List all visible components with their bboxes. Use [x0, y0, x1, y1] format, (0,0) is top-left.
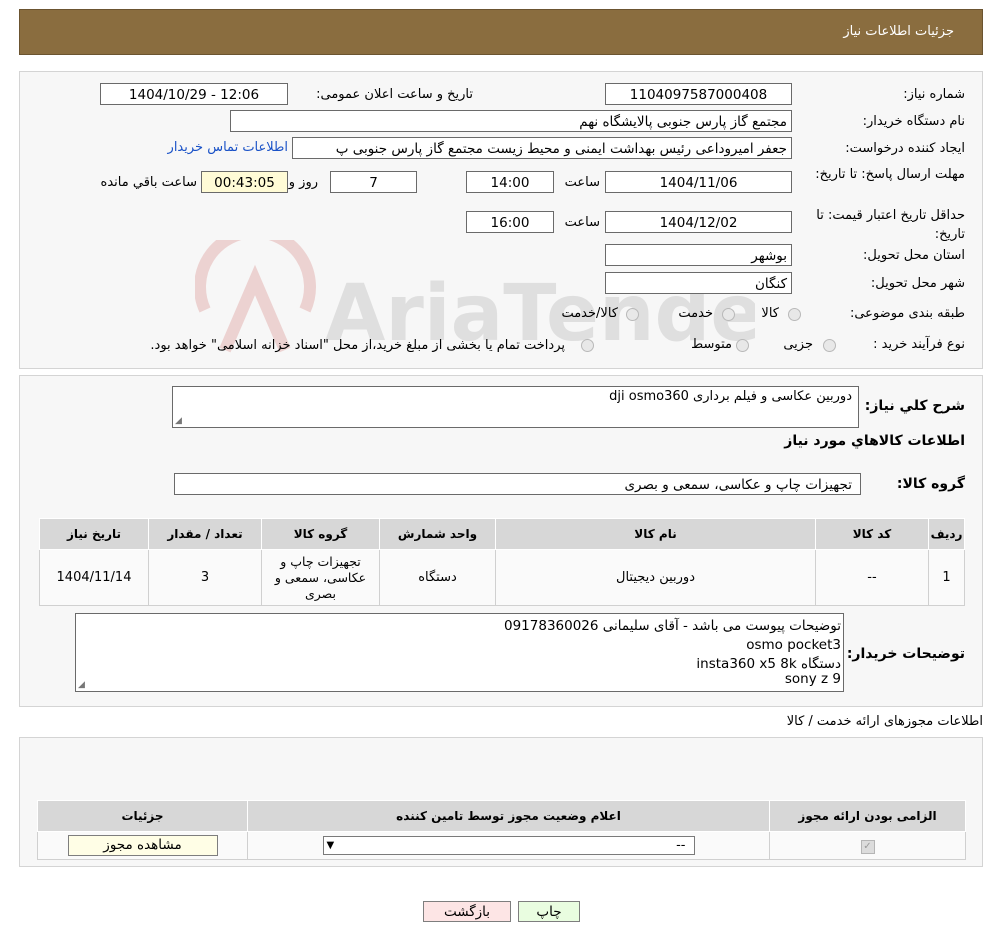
print-button[interactable]: چاپ — [518, 901, 580, 922]
col-permit-required: الزامی بودن ارائه مجوز — [769, 800, 966, 832]
page-title: جزئیات اطلاعات نیاز — [843, 24, 954, 39]
view-permit-button[interactable]: مشاهده مجوز — [67, 835, 218, 856]
buyer-org-field: مجتمع گاز پارس جنوبی پالایشگاه نهم — [230, 110, 792, 132]
announce-label: تاریخ و ساعت اعلان عمومی: — [316, 87, 473, 102]
category-option-service: خدمت — [678, 306, 713, 321]
table-row: ✓ -- ▼ مشاهده مجوز — [37, 831, 966, 860]
buyer-notes-line: osmo pocket3 — [746, 637, 841, 653]
validity-label: حداقل تاریخ اعتبار قیمت: تا تاریخ: — [816, 208, 965, 242]
process-radio-medium[interactable] — [736, 339, 749, 352]
process-option-medium: متوسط — [691, 337, 732, 352]
announce-field: 1404/10/29 - 12:06 — [100, 83, 288, 105]
permit-required-checkbox[interactable]: ✓ — [860, 839, 875, 854]
back-button[interactable]: بازگشت — [423, 901, 511, 922]
permits-table: الزامی بودن ارائه مجوز اعلام وضعیت مجوز … — [37, 800, 966, 860]
col-row: ردیف — [928, 518, 965, 550]
need-number-field: 1104097587000408 — [605, 83, 792, 105]
table-row: 1 -- دوربین دیجیتال دستگاه تجهیزات چاپ و… — [39, 549, 965, 606]
description-label: شرح کلي نياز: — [864, 398, 965, 414]
permit-details-cell: مشاهده مجوز — [37, 831, 248, 860]
category-radio-service[interactable] — [722, 308, 735, 321]
description-text: دوربین عکاسی و فیلم برداری dji osmo360 — [609, 389, 852, 404]
process-checkbox-treasury[interactable] — [581, 339, 594, 352]
validity-date-field: 1404/12/02 — [605, 211, 792, 233]
city-field: کنگان — [605, 272, 792, 294]
chevron-down-icon: ▼ — [326, 840, 335, 851]
cell-need-date: 1404/11/14 — [39, 549, 149, 606]
need-number-label: شماره نیاز: — [903, 87, 965, 102]
buyer-notes-label: توضیحات خریدار: — [846, 646, 965, 662]
cell-name: دوربین دیجیتال — [495, 549, 816, 606]
permit-status-select[interactable]: -- ▼ — [322, 836, 695, 855]
permits-table-header: الزامی بودن ارائه مجوز اعلام وضعیت مجوز … — [37, 800, 966, 832]
process-option-minor: جزیی — [783, 337, 813, 352]
reply-time-label: ساعت — [564, 175, 600, 190]
province-label: استان محل تحویل: — [863, 248, 965, 263]
reply-time-field: 14:00 — [466, 171, 554, 193]
resize-grip-icon[interactable]: ◢ — [78, 681, 85, 690]
goods-group-label: گروه کالا: — [896, 476, 965, 492]
contact-info-link[interactable]: اطلاعات تماس خریدار — [168, 140, 288, 155]
category-option-goods-service: کالا/خدمت — [561, 306, 618, 321]
cell-quantity: 3 — [148, 549, 262, 606]
creator-label: ایجاد کننده درخواست: — [845, 141, 965, 156]
goods-table: ردیف کد کالا نام کالا واحد شمارش گروه کا… — [39, 518, 965, 606]
goods-group-field: تجهیزات چاپ و عکاسی، سمعی و بصری — [174, 473, 861, 495]
remaining-time-field: 00:43:05 — [201, 171, 288, 193]
permits-title: اطلاعات مجوزهای ارائه خدمت / کالا — [786, 714, 983, 729]
cell-unit: دستگاه — [379, 549, 496, 606]
days-label: روز و — [288, 175, 318, 190]
permit-status-cell: -- ▼ — [247, 831, 770, 860]
resize-grip-icon[interactable]: ◢ — [175, 417, 182, 426]
col-name: نام کالا — [495, 518, 816, 550]
category-option-goods: کالا — [761, 306, 779, 321]
col-quantity: تعداد / مقدار — [148, 518, 262, 550]
cell-group: تجهیزات چاپ و عکاسی، سمعی و بصری — [261, 549, 380, 606]
cell-code: -- — [815, 549, 929, 606]
validity-time-field: 16:00 — [466, 211, 554, 233]
col-unit: واحد شمارش — [379, 518, 496, 550]
city-label: شهر محل تحویل: — [870, 276, 965, 291]
col-need-date: تاریخ نیاز — [39, 518, 149, 550]
buyer-org-label: نام دستگاه خریدار: — [862, 114, 965, 129]
days-field: 7 — [330, 171, 417, 193]
reply-deadline-label: مهلت ارسال پاسخ: تا تاریخ: — [815, 167, 965, 182]
category-radio-goods-service[interactable] — [626, 308, 639, 321]
process-label: نوع فرآیند خرید : — [873, 337, 965, 352]
cell-row: 1 — [928, 549, 965, 606]
creator-field: جعفر امیروداعی رئیس بهداشت ایمنی و محیط … — [292, 137, 792, 159]
permit-required-cell: ✓ — [769, 831, 966, 860]
category-label: طبقه بندی موضوعی: — [849, 306, 965, 321]
col-permit-status: اعلام وضعیت مجوز توسط تامین کننده — [247, 800, 770, 832]
permit-status-value: -- — [676, 838, 686, 853]
province-field: بوشهر — [605, 244, 792, 266]
col-code: کد کالا — [815, 518, 929, 550]
category-radio-goods[interactable] — [788, 308, 801, 321]
col-permit-details: جزئیات — [37, 800, 248, 832]
page-header: جزئیات اطلاعات نیاز — [19, 9, 983, 55]
process-note: پرداخت تمام یا بخشی از مبلغ خرید،از محل … — [150, 338, 565, 353]
goods-table-header: ردیف کد کالا نام کالا واحد شمارش گروه کا… — [39, 518, 965, 550]
remaining-label: ساعت باقي مانده — [100, 175, 197, 190]
goods-info-title: اطلاعات کالاهاي مورد نياز — [784, 433, 965, 449]
reply-date-field: 1404/11/06 — [605, 171, 792, 193]
process-radio-minor[interactable] — [823, 339, 836, 352]
validity-time-label: ساعت — [564, 215, 600, 230]
buyer-notes-line: توضیحات پیوست می باشد - آقای سلیمانی 091… — [504, 618, 841, 634]
description-textarea: دوربین عکاسی و فیلم برداری dji osmo360 ◢ — [172, 386, 859, 428]
col-group: گروه کالا — [261, 518, 380, 550]
buyer-notes-textarea: توضیحات پیوست می باشد - آقای سلیمانی 091… — [75, 613, 844, 692]
